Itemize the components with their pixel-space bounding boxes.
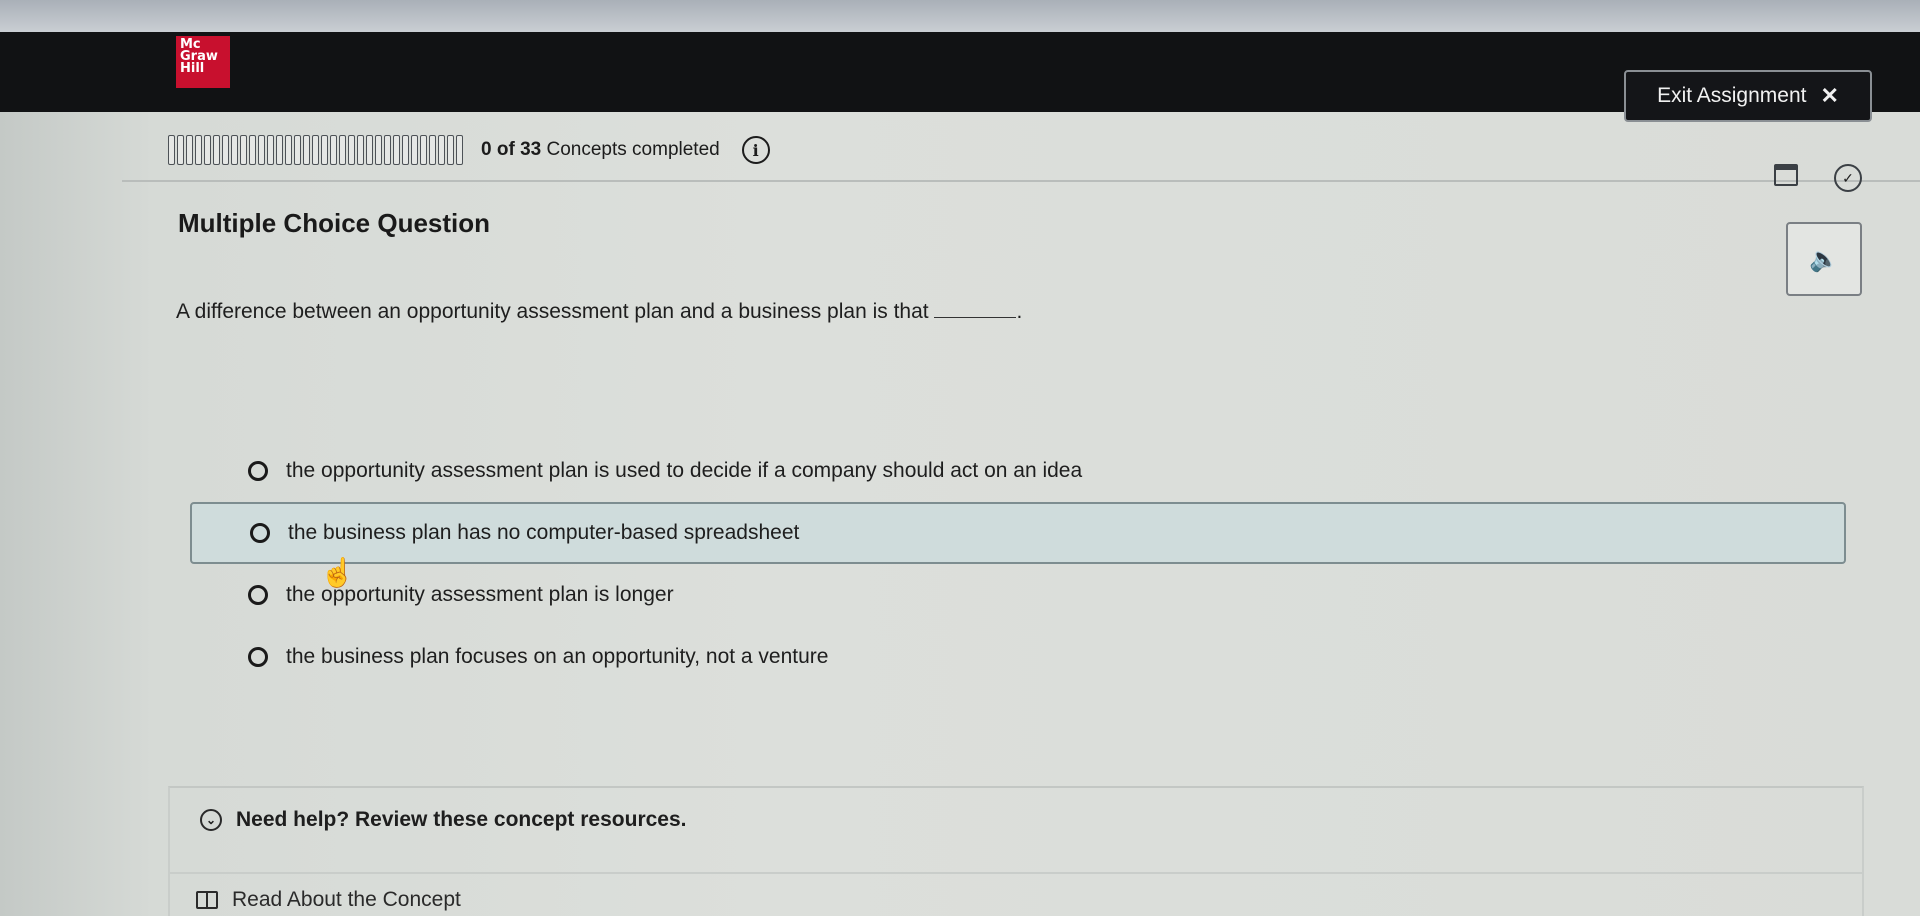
- info-icon[interactable]: i: [741, 136, 770, 164]
- browser-top-strip: [0, 0, 1920, 32]
- progress-segment: [438, 135, 445, 165]
- progress-segment: [222, 135, 229, 165]
- progress-segment: [285, 135, 292, 165]
- progress-segment: [402, 135, 409, 165]
- need-help-label: Need help? Review these concept resource…: [236, 808, 687, 831]
- header-divider: [122, 180, 1920, 182]
- help-divider: [168, 872, 1864, 874]
- progress-segment: [204, 135, 211, 165]
- speaker-icon: 🔈: [1809, 245, 1839, 273]
- screen: Mc Graw Hill Exit Assignment ✕ 0 of 33 C…: [0, 0, 1920, 916]
- calendar-icon[interactable]: [1774, 164, 1798, 186]
- progress-total: 33: [520, 139, 542, 160]
- answer-option-1[interactable]: the opportunity assessment plan is used …: [190, 440, 1846, 502]
- mcgraw-hill-logo: Mc Graw Hill: [176, 36, 230, 88]
- progress-segment: [447, 135, 454, 165]
- progress-label: Concepts completed: [546, 139, 720, 160]
- progress-segment: [348, 135, 355, 165]
- progress-segment: [213, 135, 220, 165]
- progress-segment: [303, 135, 310, 165]
- progress-completed: 0: [481, 139, 492, 160]
- progress-segment: [411, 135, 418, 165]
- answer-option-3[interactable]: the opportunity assessment plan is longe…: [190, 564, 1846, 626]
- question-type-heading: Multiple Choice Question: [178, 208, 491, 238]
- radio-button[interactable]: [248, 647, 268, 667]
- answer-options: the opportunity assessment plan is used …: [190, 440, 1846, 688]
- progress-segment: [294, 135, 301, 165]
- answer-option-label: the business plan has no computer-based …: [288, 521, 800, 544]
- progress-segment: [321, 135, 328, 165]
- question-prompt: A difference between an opportunity asse…: [176, 300, 1176, 324]
- progress-segment: [231, 135, 238, 165]
- radio-button[interactable]: [250, 523, 270, 543]
- progress-segment: [456, 135, 463, 165]
- progress-row: 0 of 33 Concepts completed i: [168, 130, 1868, 170]
- answer-blank: [934, 300, 1017, 318]
- question-prompt-end: .: [1016, 300, 1023, 323]
- progress-segment: [384, 135, 391, 165]
- progress-segment: [375, 135, 382, 165]
- read-about-concept-link[interactable]: Read About the Concept: [196, 888, 461, 912]
- progress-segment: [429, 135, 436, 165]
- answer-option-label: the opportunity assessment plan is used …: [286, 459, 1083, 482]
- progress-segment: [240, 135, 247, 165]
- progress-segment: [177, 135, 184, 165]
- progress-segment: [168, 135, 175, 165]
- progress-segment: [267, 135, 274, 165]
- progress-segment: [312, 135, 319, 165]
- chevron-down-icon: ⌄: [200, 809, 222, 831]
- progress-segments: [168, 135, 463, 165]
- progress-segment: [330, 135, 337, 165]
- hand-pointer-icon: ☝: [320, 557, 355, 588]
- info-icon-glyph: i: [752, 140, 759, 160]
- progress-segment: [357, 135, 364, 165]
- progress-segment: [195, 135, 202, 165]
- radio-button[interactable]: [248, 585, 268, 605]
- progress-segment: [339, 135, 346, 165]
- answer-option-label: the business plan focuses on an opportun…: [286, 645, 829, 668]
- audio-button[interactable]: 🔈: [1786, 222, 1862, 296]
- exit-assignment-label: Exit Assignment: [1657, 84, 1807, 107]
- exit-assignment-button[interactable]: Exit Assignment ✕: [1624, 70, 1872, 122]
- need-help-toggle[interactable]: ⌄ Need help? Review these concept resour…: [200, 808, 687, 832]
- book-icon: [196, 891, 218, 909]
- progress-segment: [276, 135, 283, 165]
- radio-button[interactable]: [248, 461, 268, 481]
- clock-icon[interactable]: ✓: [1834, 164, 1862, 192]
- question-prompt-text: A difference between an opportunity asse…: [176, 300, 929, 323]
- progress-segment: [366, 135, 373, 165]
- logo-line-3: Hill: [180, 61, 205, 76]
- progress-segment: [186, 135, 193, 165]
- progress-segment: [249, 135, 256, 165]
- progress-segment: [420, 135, 427, 165]
- answer-option-2[interactable]: the business plan has no computer-based …: [190, 502, 1846, 564]
- progress-text: 0 of 33 Concepts completed: [481, 139, 720, 161]
- progress-segment: [258, 135, 265, 165]
- progress-of: of: [496, 139, 515, 160]
- close-icon: ✕: [1820, 83, 1839, 108]
- read-about-concept-label: Read About the Concept: [232, 888, 461, 911]
- progress-segment: [393, 135, 400, 165]
- answer-option-4[interactable]: the business plan focuses on an opportun…: [190, 626, 1846, 688]
